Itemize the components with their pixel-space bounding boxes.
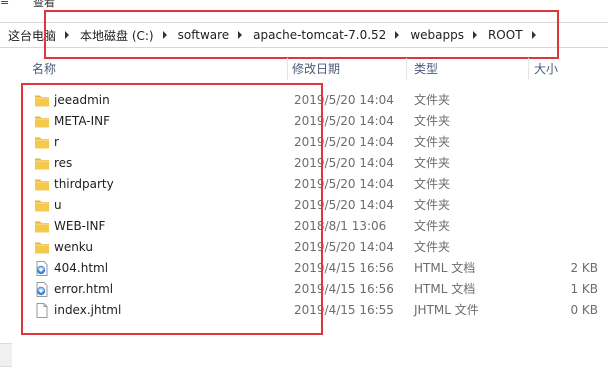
breadcrumb-item[interactable]: apache-tomcat-7.0.52 xyxy=(251,28,388,42)
ribbon-tabs: ≣ 查看 xyxy=(0,0,608,12)
file-date: 2019/5/20 14:04 xyxy=(294,240,394,254)
folder-icon xyxy=(34,219,50,234)
file-name: thirdparty xyxy=(54,177,114,191)
file-date: 2019/4/15 16:56 xyxy=(294,261,394,275)
file-name: u xyxy=(54,198,62,212)
file-date: 2019/4/15 16:56 xyxy=(294,282,394,296)
breadcrumb-item[interactable]: 本地磁盘 (C:) xyxy=(78,27,156,44)
chevron-right-icon[interactable] xyxy=(162,31,167,39)
folder-icon xyxy=(34,240,50,255)
folder-icon xyxy=(34,93,50,108)
file-type: 文件夹 xyxy=(414,135,451,149)
file-date: 2019/5/20 14:04 xyxy=(294,93,394,107)
folder-icon xyxy=(34,135,50,150)
file-date: 2019/5/20 14:04 xyxy=(294,156,394,170)
column-divider[interactable] xyxy=(406,58,407,80)
file-name: r xyxy=(54,135,59,149)
file-name: META-INF xyxy=(54,114,111,128)
chevron-right-icon[interactable] xyxy=(65,31,70,39)
file-type: HTML 文档 xyxy=(414,282,476,296)
html-file-icon xyxy=(34,282,50,297)
file-row[interactable]: thirdparty 2019/5/20 14:04 文件夹 xyxy=(26,174,608,195)
breadcrumb-item[interactable]: 这台电脑 xyxy=(6,27,58,44)
file-name: 404.html xyxy=(54,261,109,275)
chevron-right-icon[interactable] xyxy=(238,31,243,39)
file-date: 2019/5/20 14:04 xyxy=(294,114,394,128)
file-type: 文件夹 xyxy=(414,240,451,254)
file-date: 2019/4/15 16:55 xyxy=(294,303,394,317)
file-row[interactable]: r 2019/5/20 14:04 文件夹 xyxy=(26,132,608,153)
file-row[interactable]: WEB-INF 2018/8/1 13:06 文件夹 xyxy=(26,216,608,237)
column-header-type[interactable]: 类型 xyxy=(410,58,528,80)
file-row[interactable]: jeeadmin 2019/5/20 14:04 文件夹 xyxy=(26,90,608,111)
file-type: HTML 文档 xyxy=(414,261,476,275)
file-size: 2 KB xyxy=(570,261,598,275)
file-name: res xyxy=(54,156,73,170)
file-size: 0 KB xyxy=(570,303,598,317)
file-row[interactable]: index.jhtml 2019/4/15 16:55 JHTML 文件 0 KB xyxy=(26,300,608,321)
column-header-row: 名称 修改日期 类型 大小 xyxy=(0,58,608,80)
nav-pane-edge xyxy=(0,343,12,367)
file-name: jeeadmin xyxy=(54,93,110,107)
breadcrumb-item[interactable]: ROOT xyxy=(486,28,525,42)
ribbon-tab-view[interactable]: 查看 xyxy=(33,0,55,10)
file-type: 文件夹 xyxy=(414,156,451,170)
folder-icon xyxy=(34,156,50,171)
file-name: error.html xyxy=(54,282,114,296)
file-type: 文件夹 xyxy=(414,198,451,212)
file-row[interactable]: u 2019/5/20 14:04 文件夹 xyxy=(26,195,608,216)
folder-icon xyxy=(34,114,50,129)
file-type: 文件夹 xyxy=(414,219,451,233)
file-name: WEB-INF xyxy=(54,219,106,233)
blank-file-icon xyxy=(34,303,50,318)
file-row[interactable]: wenku 2019/5/20 14:04 文件夹 xyxy=(26,237,608,258)
file-name: wenku xyxy=(54,240,93,254)
file-row[interactable]: 404.html 2019/4/15 16:56 HTML 文档 2 KB xyxy=(26,258,608,279)
html-file-icon xyxy=(34,261,50,276)
address-bar[interactable]: 这台电脑 本地磁盘 (C:) software apache-tomcat-7.0.5… xyxy=(0,22,608,48)
file-date: 2019/5/20 14:04 xyxy=(294,177,394,191)
breadcrumb: 这台电脑 本地磁盘 (C:) software apache-tomcat-7.0.5… xyxy=(6,23,545,47)
file-size: 1 KB xyxy=(570,282,598,296)
file-row[interactable]: res 2019/5/20 14:04 文件夹 xyxy=(26,153,608,174)
file-row[interactable]: error.html 2019/4/15 16:56 HTML 文档 1 KB xyxy=(26,279,608,300)
breadcrumb-item[interactable]: software xyxy=(176,28,232,42)
file-date: 2019/5/20 14:04 xyxy=(294,135,394,149)
file-row[interactable]: META-INF 2019/5/20 14:04 文件夹 xyxy=(26,111,608,132)
column-divider[interactable] xyxy=(528,58,529,80)
folder-icon xyxy=(34,177,50,192)
file-name: index.jhtml xyxy=(54,303,122,317)
chevron-right-icon[interactable] xyxy=(395,31,400,39)
file-date: 2018/8/1 13:06 xyxy=(294,219,387,233)
file-type: 文件夹 xyxy=(414,93,451,107)
file-type: 文件夹 xyxy=(414,177,451,191)
chevron-right-icon[interactable] xyxy=(472,31,477,39)
chevron-right-icon[interactable] xyxy=(531,31,536,39)
file-type: JHTML 文件 xyxy=(414,303,479,317)
column-header-date[interactable]: 修改日期 xyxy=(288,58,406,80)
column-header-size[interactable]: 大小 xyxy=(530,58,600,80)
ribbon-tab-cut[interactable]: ≣ xyxy=(0,0,9,7)
breadcrumb-item[interactable]: webapps xyxy=(408,28,466,42)
column-header-name[interactable]: 名称 xyxy=(28,58,286,80)
file-date: 2019/5/20 14:04 xyxy=(294,198,394,212)
folder-icon xyxy=(34,198,50,213)
file-type: 文件夹 xyxy=(414,114,451,128)
